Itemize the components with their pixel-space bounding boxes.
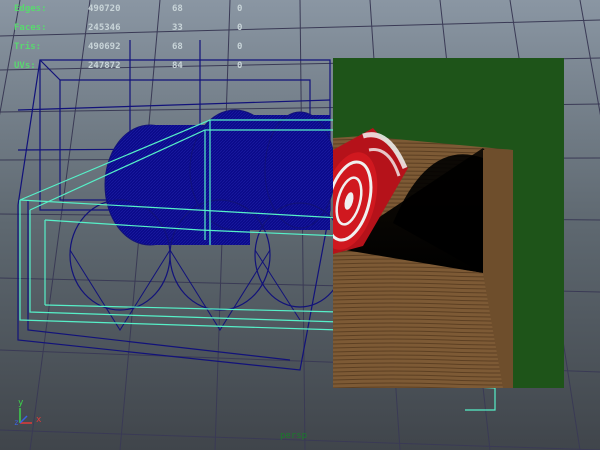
hud-label: Edges: (14, 4, 47, 14)
hud-label: Tris: (14, 42, 42, 52)
render-preview-image (333, 58, 564, 388)
axis-x-label: x (36, 415, 42, 425)
axis-labels: y x z (10, 398, 50, 434)
hud-value: 84 (172, 61, 183, 71)
hud-value: 68 (172, 42, 183, 52)
render-preview-panel[interactable] (333, 58, 564, 388)
hud-value: 490720 (88, 4, 121, 14)
hud-value: 490692 (88, 42, 121, 52)
hud-value: 0 (237, 42, 243, 52)
hud-label: UVs: (14, 61, 36, 71)
hud-value: 33 (172, 23, 183, 33)
hud-value: 0 (237, 4, 243, 14)
hud-label: Faces: (14, 23, 47, 33)
axis-y-label: y (18, 398, 24, 408)
hud-value: 245346 (88, 23, 121, 33)
axis-z-label: z (14, 418, 19, 427)
hud-value: 0 (237, 23, 243, 33)
hud-value: 247872 (88, 61, 121, 71)
perspective-viewport[interactable]: Edges: 490720 68 0 Faces: 245346 33 0 Tr… (0, 0, 600, 450)
hud-value: 68 (172, 4, 183, 14)
poly-count-hud: Edges: 490720 68 0 Faces: 245346 33 0 Tr… (0, 0, 260, 80)
hud-value: 0 (237, 61, 243, 71)
camera-name-label: persp (280, 431, 308, 441)
